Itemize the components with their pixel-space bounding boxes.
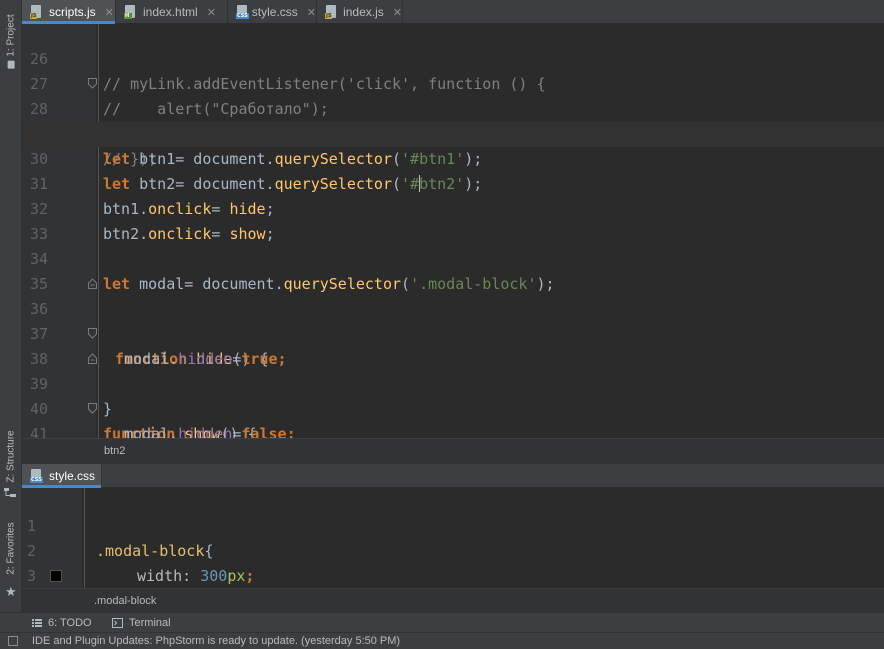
css-panel-header: CSS style.css [22, 464, 884, 488]
css-code-editor[interactable]: 1 .modal-block{ 2 width: 300px; 3 height… [22, 488, 884, 588]
color-swatch[interactable] [50, 570, 62, 582]
close-icon[interactable]: ✕ [105, 6, 114, 19]
structure-icon [4, 488, 16, 497]
js-file-icon: JS [325, 5, 338, 19]
breadcrumb-item[interactable]: .modal-block [94, 595, 156, 607]
code-line: 35 [22, 247, 884, 293]
code-line: 33 [22, 197, 884, 243]
todo-label: 6: TODO [48, 617, 92, 629]
breadcrumb[interactable]: btn2 [22, 438, 884, 464]
terminal-tool-button[interactable]: Terminal [112, 613, 171, 633]
code-line: 27 // alert("Сработало"); [22, 47, 884, 118]
code-line-current: 30 let btn2= document.querySelector('#bt… [22, 122, 884, 193]
list-icon [32, 619, 42, 627]
tab-index-html[interactable]: H index.html ✕ [116, 0, 228, 24]
tab-style-css-panel[interactable]: CSS style.css [22, 464, 102, 488]
todo-tool-button[interactable]: 6: TODO [32, 613, 92, 633]
close-icon[interactable]: ✕ [207, 6, 216, 19]
status-bar: IDE and Plugin Updates: PhpStorm is read… [0, 632, 884, 649]
html-file-icon: H [124, 5, 138, 19]
structure-tool-tab[interactable]: Z: Structure [0, 420, 22, 492]
breadcrumb-item[interactable]: btn2 [104, 445, 125, 457]
fold-end-icon[interactable] [88, 328, 97, 339]
favorites-tool-tab[interactable]: 2: Favorites [0, 516, 22, 580]
star-icon: ★ [5, 584, 17, 599]
code-line: 3 height: 200px; [22, 539, 884, 585]
folder-icon [7, 60, 15, 69]
fold-end-icon[interactable] [88, 403, 97, 414]
css-breadcrumb[interactable]: .modal-block [22, 588, 884, 612]
tab-label: index.js [343, 5, 384, 19]
tool-window-bar: 6: TODO Terminal [0, 612, 884, 632]
ide-window: 1: Project Z: Structure 2: Favorites ★ J… [0, 0, 884, 649]
css-file-icon: CSS [30, 469, 44, 483]
close-icon[interactable]: ✕ [307, 6, 316, 19]
code-line: 1 .modal-block{ [22, 489, 884, 560]
project-tool-tab[interactable]: 1: Project [0, 6, 22, 76]
fold-start-icon[interactable] [88, 353, 97, 364]
code-line: 42 [22, 422, 884, 438]
structure-tool-label: Z: Structure [5, 429, 17, 483]
tab-label: style.css [49, 469, 96, 483]
code-editor[interactable]: 26 // myLink.addEventListener('click', f… [22, 24, 884, 438]
code-line: 40 modal.hidden=false; [22, 372, 884, 438]
tab-label: index.html [143, 5, 198, 19]
favorites-tool-label: 2: Favorites [5, 521, 17, 575]
code-line: 37 modal.hidden=true; [22, 297, 884, 368]
js-file-icon: JS [30, 5, 44, 19]
terminal-icon [112, 618, 123, 628]
code-line: 32 btn2.onclick= show; [22, 172, 884, 243]
fold-end-icon[interactable] [88, 78, 97, 89]
tab-scripts-js[interactable]: JS scripts.js ✕ [22, 0, 116, 24]
event-log-icon[interactable] [8, 636, 18, 646]
code-line: 39 function show() { [22, 347, 884, 438]
code-line: 38 } [22, 322, 884, 418]
tab-style-css[interactable]: CSS style.css ✕ [228, 0, 317, 24]
code-line: 29 let btn1= document.querySelector('#bt… [22, 97, 884, 168]
terminal-label: Terminal [129, 617, 171, 629]
tab-index-js[interactable]: JS index.js ✕ [317, 0, 403, 24]
code-line: 2 width: 300px; [22, 514, 884, 585]
project-tool-label: 1: Project [5, 13, 17, 57]
left-tool-strip: 1: Project Z: Structure 2: Favorites ★ [0, 0, 22, 630]
code-line: 34 let modal= document.querySelector('.m… [22, 222, 884, 293]
css-file-icon: CSS [236, 5, 249, 19]
editor-tab-bar: JS scripts.js ✕ H index.html ✕ CSS style… [22, 0, 884, 24]
code-line: 4 background: black; [22, 564, 884, 588]
tab-label: scripts.js [49, 5, 96, 19]
tab-label: style.css [251, 5, 298, 19]
status-message[interactable]: IDE and Plugin Updates: PhpStorm is read… [32, 635, 400, 647]
code-line: 28 // }); [22, 72, 884, 168]
code-line: 26 // myLink.addEventListener('click', f… [22, 24, 884, 93]
code-line: 36 function hide() { [22, 272, 884, 368]
code-line: 31 btn1.onclick= hide; [22, 147, 884, 218]
code-line: 41 } [22, 397, 884, 438]
fold-start-icon[interactable] [88, 278, 97, 289]
close-icon[interactable]: ✕ [393, 6, 402, 19]
